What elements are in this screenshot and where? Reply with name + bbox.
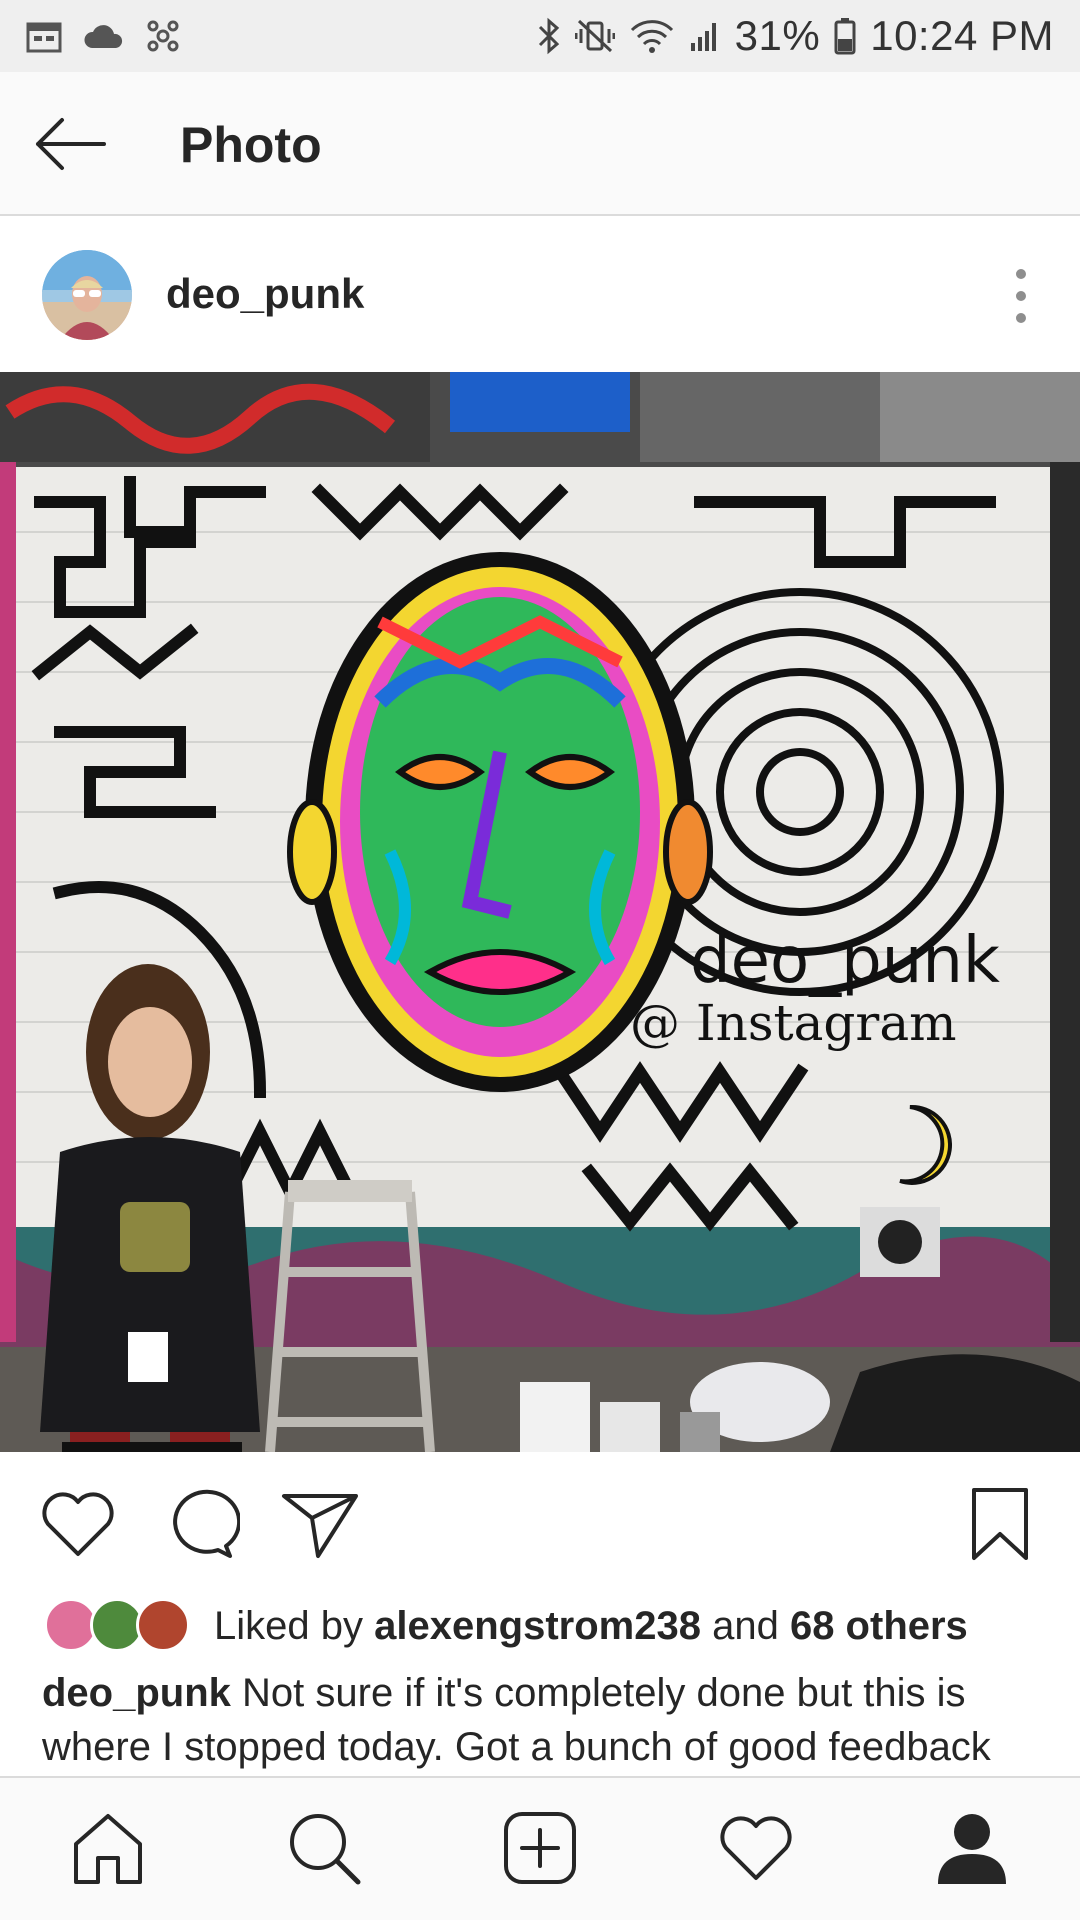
profile-icon [938, 1814, 1006, 1884]
nav-home[interactable] [68, 1808, 148, 1888]
liker-username[interactable]: alexengstrom238 [374, 1604, 701, 1649]
back-button[interactable] [30, 112, 110, 176]
home-icon [74, 1814, 142, 1884]
cloud-icon [84, 25, 123, 48]
bluetooth-icon [538, 17, 559, 55]
comment-button[interactable] [160, 1484, 242, 1564]
activity-heart-icon [720, 1816, 792, 1880]
vibrate-off-icon [574, 19, 615, 53]
more-options-button[interactable] [1006, 266, 1036, 326]
liker-avatars [44, 1598, 194, 1654]
post-username[interactable]: deo_punk [166, 270, 364, 318]
app-bar: Photo [0, 72, 1080, 216]
likes-and: and [712, 1603, 779, 1648]
nav-new-post[interactable] [500, 1808, 580, 1888]
status-bar: 31% 10:24 PM [0, 0, 1080, 72]
nav-profile[interactable] [932, 1808, 1012, 1888]
nav-activity[interactable] [716, 1808, 796, 1888]
caption-username[interactable]: deo_punk [42, 1671, 231, 1715]
share-button[interactable] [280, 1484, 360, 1564]
comment-icon [173, 1489, 242, 1558]
battery-percent: 31% [734, 12, 821, 59]
calendar-icon [26, 22, 62, 53]
like-button[interactable] [38, 1484, 118, 1564]
post-photo[interactable]: deo_punk @ Instagram [0, 372, 1080, 1452]
app-icon [147, 20, 179, 52]
signal-icon [690, 23, 716, 51]
nav-search[interactable] [284, 1808, 364, 1888]
bottom-navigation [0, 1776, 1080, 1920]
avatar[interactable] [42, 250, 132, 340]
heart-icon [42, 1492, 114, 1556]
mural-text-instagram: @ Instagram [630, 994, 957, 1052]
likes-prefix: Liked by [214, 1603, 363, 1648]
mural-image: deo_punk @ Instagram [0, 372, 1080, 1452]
wifi-icon [630, 20, 673, 53]
bookmark-icon [972, 1488, 1028, 1560]
avatar-photo [42, 250, 132, 340]
add-post-icon [504, 1812, 576, 1884]
save-button[interactable] [960, 1484, 1040, 1564]
likes-others[interactable]: 68 others [790, 1604, 968, 1649]
paper-plane-icon [282, 1494, 358, 1558]
arrow-left-icon [36, 118, 106, 170]
mural-text-handle: deo_punk [690, 924, 1000, 998]
clock: 10:24 PM [870, 12, 1054, 59]
post-caption: deo_punk Not sure if it's completely don… [42, 1666, 1042, 1774]
avatar [136, 1598, 190, 1652]
likes-row[interactable]: Liked by alexengstrom238 and 68 others [44, 1596, 968, 1656]
post-actions [0, 1452, 1080, 1592]
more-vertical-icon [1016, 269, 1026, 323]
post-header: deo_punk [0, 216, 1080, 372]
battery-icon [834, 18, 856, 55]
page-title: Photo [180, 117, 322, 173]
search-icon [290, 1814, 361, 1885]
